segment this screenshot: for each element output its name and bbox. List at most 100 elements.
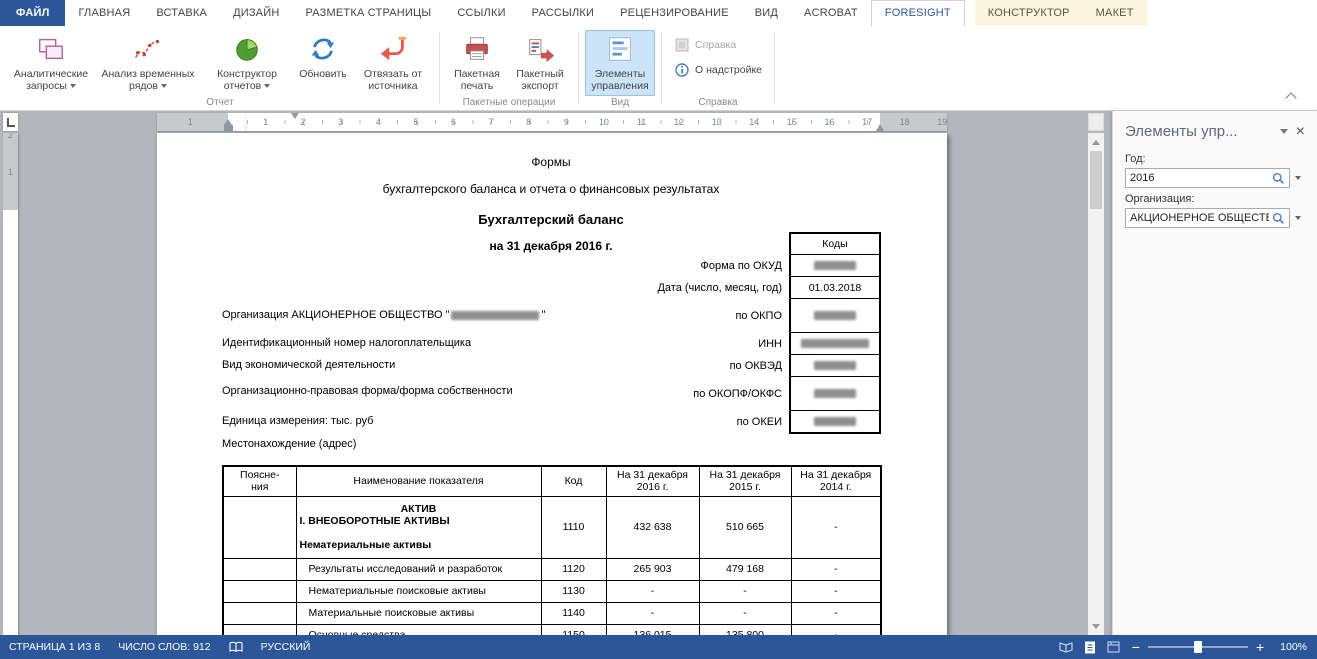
codes-header-row: Коды (157, 233, 880, 255)
controls-icon (604, 33, 636, 65)
codes-header-cell: Коды (790, 233, 880, 255)
zoom-out-button[interactable]: − (1126, 636, 1146, 658)
ribbon-tab[interactable]: КОНСТРУКТОР (975, 0, 1083, 26)
ribbon-tab[interactable]: ФАЙЛ (0, 0, 65, 26)
web-layout-button[interactable] (1102, 635, 1126, 659)
header-code: Код (541, 466, 606, 496)
ribbon-tab[interactable]: ДИЗАЙН (220, 0, 292, 26)
analytic-queries-button[interactable]: Аналитические запросы (7, 30, 95, 96)
batch-print-button[interactable]: Пакетная печать (446, 30, 508, 96)
group-label-report: Отчет (3, 97, 437, 108)
pane-menu-caret-icon[interactable] (1280, 129, 1288, 134)
refresh-label: Обновить (299, 68, 347, 80)
ruler-toggle-button[interactable] (1088, 113, 1104, 131)
ribbon-tab[interactable]: ВИД (742, 0, 791, 26)
combo-input[interactable]: АКЦИОНЕРНОЕ ОБЩЕСТВО (1125, 208, 1290, 228)
unlink-icon (377, 33, 409, 65)
read-mode-button[interactable] (1054, 635, 1078, 659)
ruler-number: 5 (397, 113, 435, 131)
status-bar: СТРАНИЦА 1 ИЗ 8 ЧИСЛО СЛОВ: 912 РУССКИЙ … (0, 635, 1317, 659)
ruler-number: 19 (923, 113, 947, 131)
ribbon-tab[interactable]: ССЫЛКИ (444, 0, 518, 26)
horizontal-ruler[interactable]: 21 12345678910111213141516171819 (157, 113, 947, 131)
first-line-indent-marker[interactable] (291, 113, 299, 119)
batch-print-icon (461, 33, 493, 65)
combo-input[interactable]: 2016 (1125, 168, 1290, 188)
ribbon-tab[interactable]: МАКЕТ (1083, 0, 1147, 26)
pane-close-button[interactable]: × (1294, 125, 1307, 139)
ribbon-tab[interactable]: РАЗМЕТКА СТРАНИЦЫ (292, 0, 444, 26)
controls-button[interactable]: Элементы управления (585, 30, 655, 96)
code-value-cell (790, 333, 880, 355)
header-2016: На 31 декабря 2016 г. (606, 466, 699, 496)
ribbon-tab[interactable]: FORESIGHT (871, 0, 965, 26)
zoom-level[interactable]: 100% (1270, 641, 1307, 653)
collapse-ribbon-button[interactable] (1281, 88, 1301, 104)
ribbon-group-report: Аналитические запросы Анализ временных р… (3, 28, 437, 110)
pane-fields: Год: 2016 Организация: (1113, 148, 1317, 228)
cell-notes (223, 624, 296, 635)
search-icon[interactable] (1272, 212, 1285, 225)
unlink-from-source-button[interactable]: Отвязать от источника (353, 30, 433, 96)
ruler-number: 18 (886, 113, 924, 131)
ruler-number: 4 (360, 113, 398, 131)
about-addin-button[interactable]: О надстройке (668, 59, 768, 81)
vertical-ruler[interactable]: 21 1234567891011 (3, 133, 18, 635)
scrollbar-thumb[interactable] (1090, 151, 1102, 209)
code-value-cell (790, 255, 880, 277)
left-indent-marker[interactable] (224, 125, 233, 131)
print-layout-button[interactable] (1078, 635, 1102, 659)
redacted-org-name (451, 311, 539, 320)
org-line: Организация АКЦИОНЕРНОЕ ОБЩЕСТВО "" (222, 309, 545, 321)
code-value-cell (790, 377, 880, 411)
group-label-help: Справка (664, 97, 772, 108)
help-button[interactable]: Справка (668, 34, 768, 56)
tab-stop-selector[interactable] (3, 113, 18, 131)
ruler-number: 1 (172, 113, 210, 131)
word-count[interactable]: ЧИСЛО СЛОВ: 912 (109, 635, 219, 659)
refresh-icon (307, 33, 339, 65)
batch-print-label: Пакетная печать (454, 68, 500, 92)
scroll-down-button[interactable] (1088, 618, 1104, 634)
org-suffix: " (541, 309, 545, 321)
vertical-scrollbar[interactable] (1088, 133, 1104, 635)
zoom-slider[interactable] (1148, 646, 1248, 648)
right-indent-marker[interactable] (876, 124, 884, 131)
cell-name: АКТИВ I. ВНЕОБОРОТНЫЕ АКТИВЫ Нематериаль… (296, 496, 541, 558)
ruler-number: 13 (698, 113, 736, 131)
ruler-number: 6 (435, 113, 473, 131)
document-page[interactable]: Формы бухгалтерского баланса и отчета о … (157, 133, 947, 635)
ribbon-tab[interactable]: РАССЫЛКИ (519, 0, 607, 26)
redacted-value (814, 311, 856, 320)
batch-export-button[interactable]: Пакетный экспорт (508, 30, 572, 96)
cell-2016: 136 015 (606, 624, 699, 635)
field-combobox[interactable]: АКЦИОНЕРНОЕ ОБЩЕСТВО (1125, 208, 1305, 228)
page-indicator[interactable]: СТРАНИЦА 1 ИЗ 8 (0, 635, 109, 659)
cell-code: 1140 (541, 602, 606, 624)
code-label: Дата (число, месяц, год) (157, 282, 790, 294)
combo-dropdown-button[interactable] (1290, 168, 1305, 188)
scroll-up-button[interactable] (1088, 134, 1104, 150)
report-builder-icon (231, 33, 263, 65)
time-series-label: Анализ временных рядов (101, 68, 194, 92)
ribbon-tab[interactable]: ACROBAT (791, 0, 871, 26)
proofing-status[interactable] (220, 635, 252, 659)
cell-name: Материальные поисковые активы (296, 602, 541, 624)
time-series-button[interactable]: Анализ временных рядов (95, 30, 201, 96)
group-separator (661, 32, 662, 104)
ribbon-tab[interactable]: РЕЦЕНЗИРОВАНИЕ (607, 0, 742, 26)
ruler-number: 16 (811, 113, 849, 131)
combo-dropdown-button[interactable] (1290, 208, 1305, 228)
language-indicator[interactable]: РУССКИЙ (252, 635, 320, 659)
report-builder-label: Конструктор отчетов (217, 68, 277, 92)
zoom-in-button[interactable]: + (1250, 636, 1270, 658)
cell-2014: - (791, 496, 881, 558)
ribbon-tab[interactable]: ГЛАВНАЯ (65, 0, 143, 26)
zoom-slider-thumb[interactable] (1194, 641, 1202, 653)
refresh-button[interactable]: Обновить (293, 30, 353, 96)
ruler-number: 1 (3, 154, 18, 192)
ribbon-tab[interactable]: ВСТАВКА (143, 0, 220, 26)
search-icon[interactable] (1272, 172, 1285, 185)
field-combobox[interactable]: 2016 (1125, 168, 1305, 188)
report-builder-button[interactable]: Конструктор отчетов (201, 30, 293, 96)
